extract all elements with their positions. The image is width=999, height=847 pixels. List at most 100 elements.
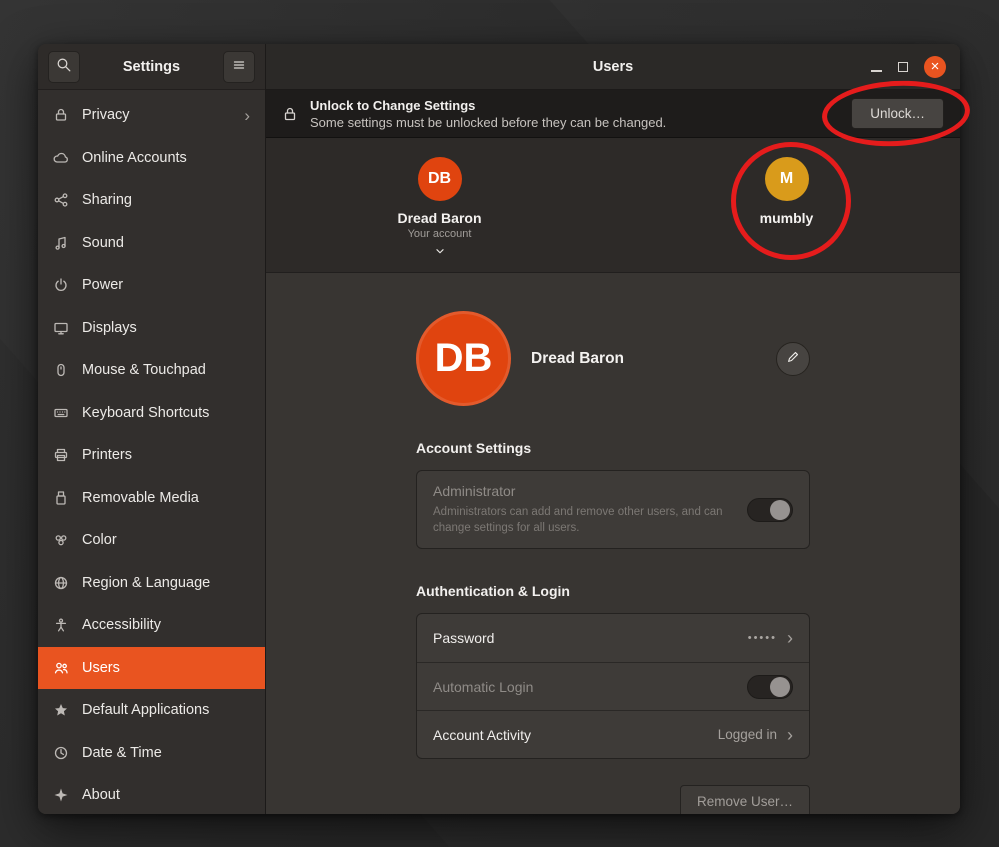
sidebar-item-printers[interactable]: Printers — [38, 434, 265, 477]
sidebar-item-sound[interactable]: Sound — [38, 222, 265, 265]
avatar: M — [765, 157, 809, 201]
sidebar-item-label: About — [82, 787, 250, 803]
sidebar-item-label: Default Applications — [82, 702, 250, 718]
profile-row: DB Dread Baron — [416, 311, 810, 406]
search-button[interactable] — [48, 51, 80, 83]
lock-icon — [53, 107, 69, 123]
sidebar-item-removable-media[interactable]: Removable Media — [38, 477, 265, 520]
chevron-right-icon: › — [787, 629, 793, 647]
edit-name-button[interactable] — [776, 342, 810, 376]
sidebar-item-label: Removable Media — [82, 490, 250, 506]
minimize-button[interactable] — [871, 70, 882, 72]
sidebar-item-about[interactable]: About — [38, 774, 265, 814]
password-row[interactable]: Password ••••• › — [417, 614, 809, 662]
accessibility-icon — [53, 617, 69, 633]
sidebar-item-default-applications[interactable]: Default Applications — [38, 689, 265, 732]
sidebar-item-label: Region & Language — [82, 575, 250, 591]
cloud-icon — [53, 150, 69, 166]
keyboard-icon — [53, 405, 69, 421]
carousel-user-name: mumbly — [760, 210, 814, 226]
account-settings-heading: Account Settings — [416, 440, 810, 456]
search-icon — [56, 57, 72, 76]
sidebar-item-online-accounts[interactable]: Online Accounts — [38, 137, 265, 180]
unlock-banner-subtitle: Some settings must be unlocked before th… — [310, 115, 666, 130]
sidebar-item-privacy[interactable]: Privacy › — [38, 94, 265, 137]
administrator-text: Administrator Administrators can add and… — [433, 483, 733, 536]
automatic-login-row: Automatic Login — [417, 662, 809, 710]
unlock-banner: Unlock to Change Settings Some settings … — [266, 90, 960, 138]
page-title: Users — [593, 59, 633, 75]
sidebar-item-label: Sound — [82, 235, 250, 251]
remove-user-button[interactable]: Remove User… — [680, 785, 810, 814]
profile-name: Dread Baron — [531, 350, 624, 368]
sidebar-item-label: Printers — [82, 447, 250, 463]
pencil-icon — [786, 350, 800, 367]
desktop: Settings Privacy › — [0, 0, 999, 847]
star-icon — [53, 702, 69, 718]
sidebar-title: Settings — [80, 59, 223, 75]
sidebar-item-keyboard-shortcuts[interactable]: Keyboard Shortcuts — [38, 392, 265, 435]
user-details: DB Dread Baron Account Settings Admini — [266, 273, 960, 814]
auth-login-card: Password ••••• › Automatic Login — [416, 613, 810, 759]
display-icon — [53, 320, 69, 336]
account-activity-label: Account Activity — [433, 727, 531, 743]
close-button[interactable]: × — [924, 56, 946, 78]
administrator-toggle[interactable] — [747, 498, 793, 522]
administrator-label: Administrator — [433, 483, 733, 499]
power-icon — [53, 277, 69, 293]
password-label: Password — [433, 630, 494, 646]
carousel-user-dread-baron[interactable]: DB Dread Baron Your account — [266, 157, 613, 272]
account-activity-value: Logged in — [718, 727, 777, 742]
maximize-button[interactable] — [898, 62, 908, 72]
avatar: DB — [418, 157, 462, 201]
sidebar-item-label: Keyboard Shortcuts — [82, 405, 250, 421]
unlock-banner-title: Unlock to Change Settings — [310, 98, 666, 113]
sidebar-item-label: Color — [82, 532, 250, 548]
administrator-description: Administrators can add and remove other … — [433, 505, 733, 536]
sidebar-item-sharing[interactable]: Sharing — [38, 179, 265, 222]
settings-window: Settings Privacy › — [38, 44, 960, 814]
carousel-user-mumbly[interactable]: M mumbly — [613, 157, 960, 272]
printer-icon — [53, 447, 69, 463]
sidebar-item-displays[interactable]: Displays — [38, 307, 265, 350]
globe-icon — [53, 575, 69, 591]
account-settings-card: Administrator Administrators can add and… — [416, 470, 810, 549]
sidebar-item-accessibility[interactable]: Accessibility — [38, 604, 265, 647]
window-controls: × — [871, 44, 946, 89]
main-panel: Users × Unlock to Change Settings Some s… — [266, 44, 960, 814]
sidebar-item-mouse-touchpad[interactable]: Mouse & Touchpad — [38, 349, 265, 392]
lock-icon — [282, 106, 298, 122]
account-activity-row[interactable]: Account Activity Logged in › — [417, 710, 809, 758]
carousel-user-subtitle: Your account — [408, 228, 472, 240]
sidebar-item-region-language[interactable]: Region & Language — [38, 562, 265, 605]
menu-button[interactable] — [223, 51, 255, 83]
clock-icon — [53, 745, 69, 761]
unlock-button[interactable]: Unlock… — [851, 98, 944, 129]
headerbar: Users × — [266, 44, 960, 90]
sidebar-list: Privacy › Online Accounts Sharing — [38, 90, 265, 814]
sidebar-item-label: Users — [82, 660, 250, 676]
flash-drive-icon — [53, 490, 69, 506]
sidebar-item-label: Accessibility — [82, 617, 250, 633]
sidebar-item-date-time[interactable]: Date & Time — [38, 732, 265, 775]
password-value: ••••• — [748, 632, 777, 644]
automatic-login-label: Automatic Login — [433, 679, 533, 695]
auth-login-heading: Authentication & Login — [416, 583, 810, 599]
mouse-icon — [53, 362, 69, 378]
share-icon — [53, 192, 69, 208]
user-carousel: DB Dread Baron Your account M mumbly — [266, 138, 960, 273]
users-icon — [53, 660, 69, 676]
remove-user-row: Remove User… — [416, 785, 810, 814]
sidebar-item-color[interactable]: Color — [38, 519, 265, 562]
sidebar-item-users[interactable]: Users — [38, 647, 265, 690]
sidebar-item-label: Power — [82, 277, 250, 293]
automatic-login-toggle[interactable] — [747, 675, 793, 699]
sidebar-item-power[interactable]: Power — [38, 264, 265, 307]
sidebar-item-label: Displays — [82, 320, 250, 336]
sidebar-item-label: Privacy — [82, 107, 231, 123]
sidebar-item-label: Mouse & Touchpad — [82, 362, 250, 378]
avatar: DB — [416, 311, 511, 406]
chevron-right-icon: › — [787, 726, 793, 744]
color-icon — [53, 532, 69, 548]
sidebar-item-label: Online Accounts — [82, 150, 250, 166]
